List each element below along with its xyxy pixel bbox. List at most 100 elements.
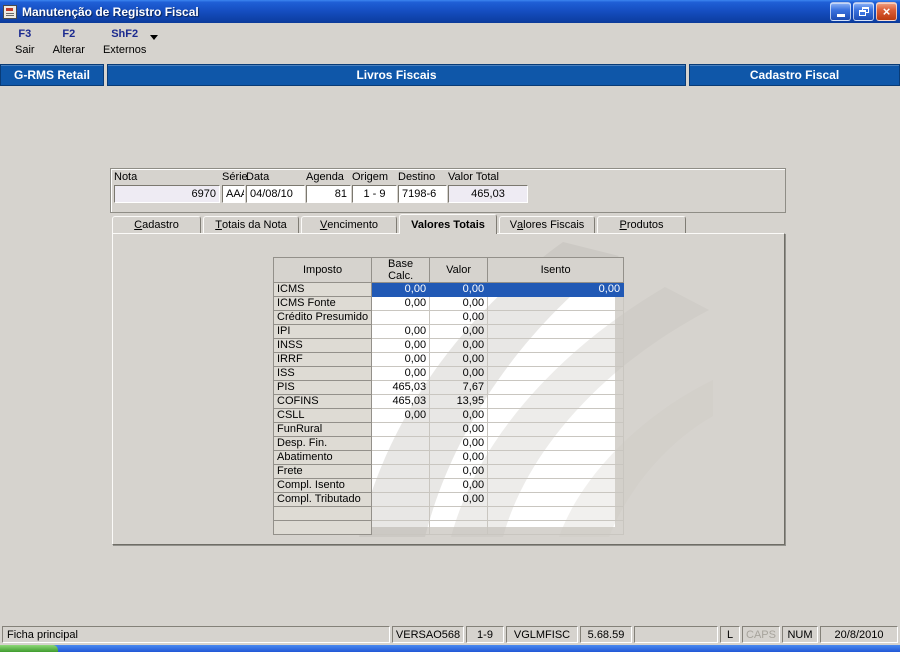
taskbar[interactable] [0, 645, 900, 652]
cell-isento[interactable] [487, 352, 625, 367]
cell-imposto[interactable]: IRRF [272, 352, 373, 367]
cell-valor[interactable] [429, 506, 489, 521]
table-row-blank[interactable] [272, 520, 625, 535]
table-row-frete[interactable]: Frete 0,00 [272, 464, 625, 479]
cell-imposto[interactable] [272, 506, 373, 521]
cell-isento[interactable] [487, 380, 625, 395]
field-value[interactable]: AAA [222, 185, 245, 203]
toolbar-button-sair[interactable]: F3 Sair [6, 26, 44, 58]
field-value[interactable]: 04/08/10 [246, 185, 305, 203]
cell-base[interactable] [371, 450, 431, 465]
cell-imposto[interactable]: INSS [272, 338, 373, 353]
table-row-icms[interactable]: ICMS 0,00 0,00 0,00 [272, 282, 625, 297]
close-button[interactable]: × [876, 2, 897, 21]
cell-valor[interactable]: 0,00 [429, 282, 489, 297]
cell-imposto[interactable]: COFINS [272, 394, 373, 409]
tab-vencimento[interactable]: Vencimento [301, 216, 397, 233]
cell-imposto[interactable]: Compl. Tributado [272, 492, 373, 507]
table-row-csll[interactable]: CSLL 0,00 0,00 [272, 408, 625, 423]
tab-produtos[interactable]: Produtos [597, 216, 686, 233]
cell-isento[interactable] [487, 492, 625, 507]
cell-imposto[interactable]: Crédito Presumido [272, 310, 373, 325]
cell-isento[interactable] [487, 296, 625, 311]
table-row-abatimento[interactable]: Abatimento 0,00 [272, 450, 625, 465]
cell-base[interactable]: 0,00 [371, 324, 431, 339]
field-value[interactable]: 465,03 [448, 185, 528, 203]
cell-base[interactable] [371, 464, 431, 479]
table-row-iss[interactable]: ISS 0,00 0,00 [272, 366, 625, 381]
cell-valor[interactable]: 0,00 [429, 352, 489, 367]
cell-valor[interactable]: 0,00 [429, 310, 489, 325]
cell-base[interactable] [371, 310, 431, 325]
cell-base[interactable] [371, 478, 431, 493]
cell-isento[interactable] [487, 422, 625, 437]
table-row-icms-fonte[interactable]: ICMS Fonte 0,00 0,00 [272, 296, 625, 311]
cell-isento[interactable] [487, 394, 625, 409]
cell-isento[interactable] [487, 338, 625, 353]
tab-totais-da-nota[interactable]: Totais da Nota [203, 216, 299, 233]
cell-imposto[interactable]: Frete [272, 464, 373, 479]
field-value[interactable]: 7198-6 [398, 185, 447, 203]
cell-valor[interactable]: 0,00 [429, 492, 489, 507]
cell-valor[interactable]: 7,67 [429, 380, 489, 395]
cell-isento[interactable] [487, 506, 625, 521]
cell-valor[interactable]: 0,00 [429, 450, 489, 465]
cell-valor[interactable]: 0,00 [429, 478, 489, 493]
cell-base[interactable] [371, 422, 431, 437]
cell-isento[interactable]: 0,00 [487, 282, 625, 297]
cell-base[interactable]: 0,00 [371, 296, 431, 311]
tab-valores-fiscais[interactable]: Va lores Fiscais [499, 216, 595, 233]
dropdown-caret-icon[interactable] [150, 35, 159, 40]
cell-valor[interactable]: 0,00 [429, 338, 489, 353]
table-row-compl-tributado[interactable]: Compl. Tributado 0,00 [272, 492, 625, 507]
cell-imposto[interactable]: ICMS Fonte [272, 296, 373, 311]
cell-valor[interactable]: 13,95 [429, 394, 489, 409]
field-value[interactable]: 6970 [114, 185, 220, 203]
cell-base[interactable] [371, 520, 431, 535]
cell-base[interactable]: 0,00 [371, 408, 431, 423]
cell-imposto[interactable]: Compl. Isento [272, 478, 373, 493]
toolbar-button-alterar[interactable]: F2 Alterar [44, 26, 94, 58]
cell-base[interactable]: 0,00 [371, 352, 431, 367]
cell-base[interactable]: 0,00 [371, 282, 431, 297]
cell-imposto[interactable]: ICMS [272, 282, 373, 297]
cell-base[interactable] [371, 506, 431, 521]
cell-valor[interactable]: 0,00 [429, 422, 489, 437]
tab-valores-totais[interactable]: Valores Totais [399, 214, 497, 234]
cell-isento[interactable] [487, 408, 625, 423]
tab-cadastro[interactable]: Cadastro [112, 216, 201, 233]
table-row-blank[interactable] [272, 506, 625, 521]
table-row-pis[interactable]: PIS 465,03 7,67 [272, 380, 625, 395]
table-row-desp-fin[interactable]: Desp. Fin. 0,00 [272, 436, 625, 451]
table-row-compl-isento[interactable]: Compl. Isento 0,00 [272, 478, 625, 493]
cell-isento[interactable] [487, 366, 625, 381]
table-row-cofins[interactable]: COFINS 465,03 13,95 [272, 394, 625, 409]
cell-isento[interactable] [487, 436, 625, 451]
cell-isento[interactable] [487, 464, 625, 479]
cell-imposto[interactable]: PIS [272, 380, 373, 395]
cell-isento[interactable] [487, 450, 625, 465]
cell-valor[interactable]: 0,00 [429, 464, 489, 479]
restore-button[interactable] [853, 2, 874, 21]
field-value[interactable]: 81 [306, 185, 351, 203]
table-row-funrural[interactable]: FunRural 0,00 [272, 422, 625, 437]
cell-isento[interactable] [487, 310, 625, 325]
cell-isento[interactable] [487, 520, 625, 535]
cell-valor[interactable]: 0,00 [429, 296, 489, 311]
table-row-credito-presumido[interactable]: Crédito Presumido 0,00 [272, 310, 625, 325]
cell-base[interactable] [371, 492, 431, 507]
table-row-inss[interactable]: INSS 0,00 0,00 [272, 338, 625, 353]
cell-imposto[interactable]: Desp. Fin. [272, 436, 373, 451]
cell-base[interactable]: 0,00 [371, 338, 431, 353]
cell-base[interactable]: 465,03 [371, 380, 431, 395]
cell-base[interactable]: 0,00 [371, 366, 431, 381]
cell-valor[interactable]: 0,00 [429, 324, 489, 339]
table-row-ipi[interactable]: IPI 0,00 0,00 [272, 324, 625, 339]
cell-isento[interactable] [487, 478, 625, 493]
field-value[interactable]: 1 - 9 [352, 185, 397, 203]
titlebar[interactable]: Manutenção de Registro Fiscal × [0, 0, 900, 23]
cell-base[interactable]: 465,03 [371, 394, 431, 409]
cell-imposto[interactable] [272, 520, 373, 535]
cell-valor[interactable] [429, 520, 489, 535]
cell-valor[interactable]: 0,00 [429, 408, 489, 423]
